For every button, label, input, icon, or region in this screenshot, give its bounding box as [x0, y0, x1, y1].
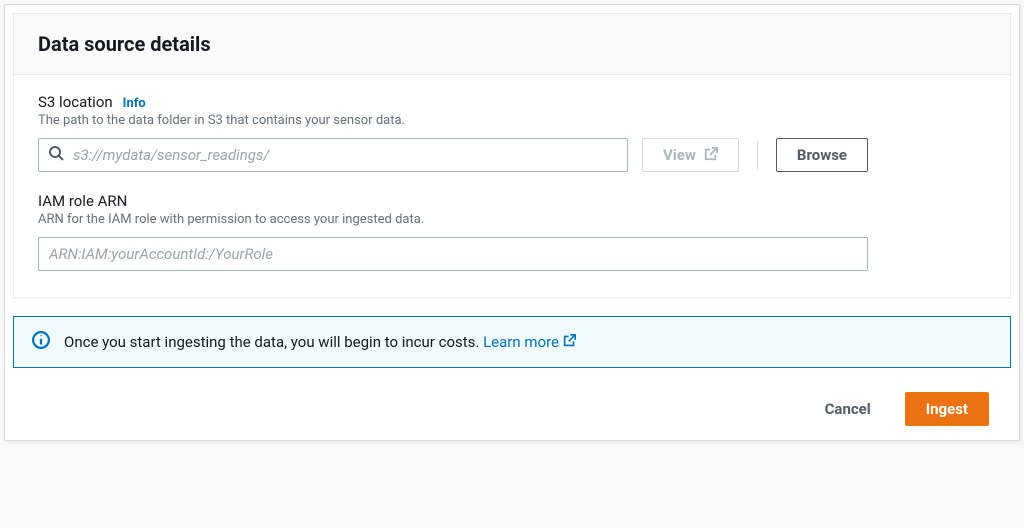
alert-message: Once you start ingesting the data, you w… — [64, 333, 479, 351]
external-link-icon — [563, 333, 576, 351]
view-button-label: View — [663, 148, 696, 163]
ingest-button[interactable]: Ingest — [905, 392, 989, 426]
cost-info-alert: Once you start ingesting the data, you w… — [13, 316, 1011, 368]
s3-location-label: S3 location — [38, 93, 113, 111]
s3-location-field: S3 location Info The path to the data fo… — [38, 93, 986, 172]
vertical-separator — [757, 141, 758, 169]
cancel-button[interactable]: Cancel — [805, 392, 891, 426]
browse-button-label: Browse — [797, 148, 847, 163]
view-button[interactable]: View — [642, 138, 739, 172]
iam-role-field: IAM role ARN ARN for the IAM role with p… — [38, 192, 986, 271]
s3-location-hint: The path to the data folder in S3 that c… — [38, 113, 986, 128]
iam-role-label: IAM role ARN — [38, 192, 127, 210]
ingest-button-label: Ingest — [926, 402, 968, 417]
panel-title: Data source details — [38, 32, 986, 56]
panel-header: Data source details — [14, 14, 1010, 75]
page-card: Data source details S3 location Info The… — [4, 4, 1020, 441]
s3-location-input-wrapper — [38, 138, 628, 172]
alert-text: Once you start ingesting the data, you w… — [64, 333, 576, 351]
search-icon — [48, 145, 64, 165]
iam-role-hint: ARN for the IAM role with permission to … — [38, 212, 986, 227]
learn-more-label: Learn more — [483, 333, 559, 351]
learn-more-link[interactable]: Learn more — [483, 333, 576, 351]
info-icon — [32, 331, 50, 353]
cancel-button-label: Cancel — [825, 402, 871, 417]
s3-location-input[interactable] — [38, 138, 628, 172]
panel-body: S3 location Info The path to the data fo… — [14, 75, 1010, 297]
iam-role-input[interactable] — [38, 237, 868, 271]
data-source-details-panel: Data source details S3 location Info The… — [13, 13, 1011, 298]
s3-info-link[interactable]: Info — [123, 96, 146, 111]
footer-actions: Cancel Ingest — [5, 368, 1019, 440]
browse-button[interactable]: Browse — [776, 138, 868, 172]
external-link-icon — [704, 147, 718, 164]
